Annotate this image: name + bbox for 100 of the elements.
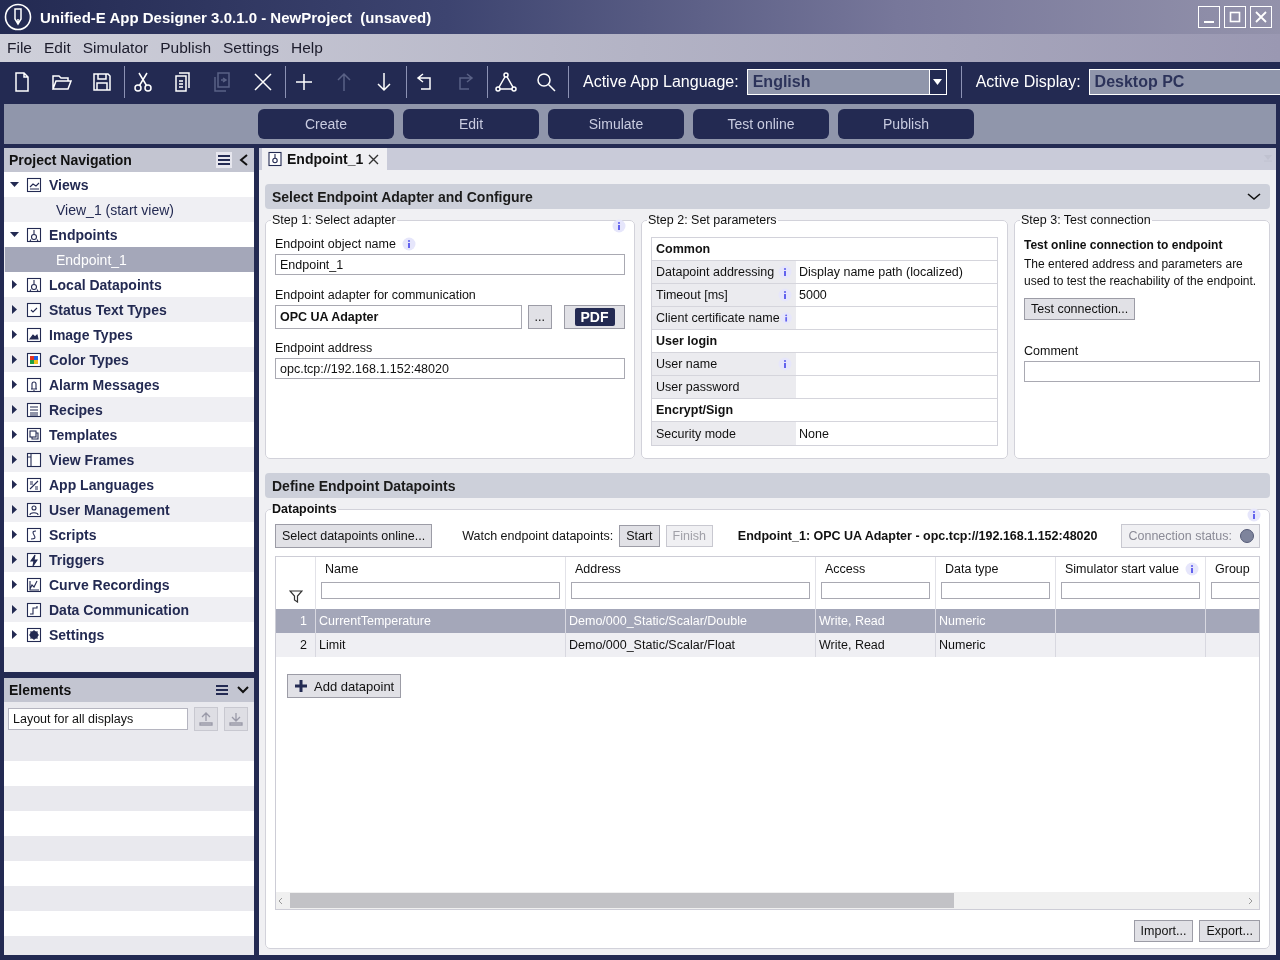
property-value[interactable]: None [796, 422, 997, 445]
pdf-button[interactable]: PDF [564, 305, 625, 329]
menu-item[interactable]: Simulator [76, 39, 155, 57]
export-button[interactable]: Export... [1199, 920, 1260, 942]
node-graph-icon[interactable] [494, 70, 518, 94]
add-datapoint-button[interactable]: Add datapoint [287, 674, 402, 698]
mode-button[interactable]: Publish [838, 109, 974, 139]
section-header[interactable]: Define Endpoint Datapoints [265, 473, 1270, 498]
maximize-button[interactable] [1224, 6, 1246, 28]
tree-item[interactable]: Templates [4, 422, 254, 447]
minimize-button[interactable] [1198, 6, 1220, 28]
tree-item[interactable]: Views [4, 172, 254, 197]
close-icon[interactable] [368, 153, 380, 165]
mode-button[interactable]: Create [258, 109, 394, 139]
editor-tab[interactable]: Endpoint_1 [262, 148, 388, 170]
filter-icon[interactable] [288, 590, 303, 603]
filter-field[interactable] [321, 582, 560, 599]
menu-item[interactable]: Settings [217, 39, 286, 57]
collapsed-arrow-icon[interactable] [10, 455, 19, 464]
tree-item[interactable]: Color Types [4, 347, 254, 372]
table-cell[interactable]: Limit [316, 633, 566, 657]
info-icon[interactable] [401, 237, 416, 251]
menu-icon[interactable] [216, 152, 232, 168]
filter-field[interactable] [821, 582, 930, 599]
info-icon[interactable] [779, 311, 792, 325]
tree-item[interactable]: Status Text Types [4, 297, 254, 322]
tree-item[interactable]: Local Datapoints [4, 272, 254, 297]
filter-field[interactable] [571, 582, 810, 599]
info-icon[interactable] [778, 288, 792, 302]
chevron-down-icon[interactable] [236, 684, 250, 696]
text-field[interactable]: Endpoint_1 [275, 254, 625, 275]
collapsed-arrow-icon[interactable] [10, 305, 19, 314]
table-cell[interactable] [1056, 633, 1206, 657]
mode-button[interactable]: Test online [693, 109, 829, 139]
adapter-field[interactable]: OPC UA Adapter [275, 305, 522, 329]
collapsed-arrow-icon[interactable] [10, 605, 19, 614]
collapsed-arrow-icon[interactable] [10, 355, 19, 364]
filter-field[interactable] [1061, 582, 1200, 599]
menu-item[interactable]: Edit [38, 39, 77, 57]
collapsed-arrow-icon[interactable] [10, 555, 19, 564]
collapsed-arrow-icon[interactable] [10, 330, 19, 339]
collapsed-arrow-icon[interactable] [10, 280, 19, 289]
text-field[interactable]: opc.tcp://192.168.1.152:48020 [275, 358, 625, 379]
info-icon[interactable] [778, 357, 792, 371]
info-icon[interactable] [612, 219, 626, 233]
test-connection-button[interactable]: Test connection... [1024, 298, 1136, 320]
layout-field[interactable]: Layout for all displays [8, 708, 188, 730]
tree-item[interactable]: User Management [4, 497, 254, 522]
table-cell[interactable]: Write, Read [816, 633, 936, 657]
tree-item[interactable]: App Languages [4, 472, 254, 497]
tree-item[interactable]: Recipes [4, 397, 254, 422]
scrollbar-thumb[interactable] [290, 893, 954, 908]
collapsed-arrow-icon[interactable] [10, 380, 19, 389]
tree-item[interactable]: Alarm Messages [4, 372, 254, 397]
collapsed-arrow-icon[interactable] [10, 530, 19, 539]
collapse-icon[interactable] [238, 153, 250, 167]
tree-item[interactable]: Settings [4, 622, 254, 647]
table-cell[interactable]: Numeric [936, 633, 1056, 657]
save-icon[interactable] [90, 70, 114, 94]
scissors-icon[interactable] [131, 70, 155, 94]
tree-item[interactable]: Curve Recordings [4, 572, 254, 597]
browse-button[interactable]: ... [527, 305, 552, 329]
language-dropdown[interactable]: English [746, 69, 947, 95]
tree-item[interactable]: View Frames [4, 447, 254, 472]
search-icon[interactable] [534, 70, 558, 94]
collapsed-arrow-icon[interactable] [10, 480, 19, 489]
import-button[interactable]: Import... [1133, 920, 1194, 942]
tree-item[interactable]: Triggers [4, 547, 254, 572]
expanded-arrow-icon[interactable] [10, 180, 19, 189]
collapsed-arrow-icon[interactable] [10, 430, 19, 439]
expanded-arrow-icon[interactable] [10, 230, 19, 239]
collapsed-arrow-icon[interactable] [10, 505, 19, 514]
menu-item[interactable]: File [1, 39, 38, 57]
collapsed-arrow-icon[interactable] [10, 630, 19, 639]
select-datapoints-button[interactable]: Select datapoints online... [275, 524, 433, 548]
chevron-icon[interactable] [1246, 191, 1262, 202]
mode-button[interactable]: Edit [403, 109, 539, 139]
mode-button[interactable]: Simulate [548, 109, 684, 139]
table-cell[interactable] [1056, 609, 1206, 633]
table-cell[interactable]: Demo/000_Static/Scalar/Float [566, 633, 816, 657]
collapsed-arrow-icon[interactable] [10, 580, 19, 589]
filter-field[interactable] [941, 582, 1050, 599]
tree-item[interactable]: Scripts [4, 522, 254, 547]
menu-icon[interactable] [214, 682, 230, 698]
property-value[interactable]: Display name path (localized) [796, 261, 997, 283]
display-field[interactable]: Desktop PC [1088, 69, 1280, 95]
section-header[interactable]: Select Endpoint Adapter and Configure [265, 184, 1270, 209]
collapsed-arrow-icon[interactable] [10, 405, 19, 414]
close-button[interactable] [1250, 6, 1272, 28]
comment-field[interactable] [1024, 361, 1260, 382]
tree-item[interactable]: Endpoints [4, 222, 254, 247]
menu-item[interactable]: Help [285, 39, 329, 57]
info-icon[interactable] [778, 265, 792, 279]
info-icon[interactable] [1184, 562, 1199, 576]
info-icon[interactable] [1247, 508, 1261, 522]
tree-item[interactable]: Image Types [4, 322, 254, 347]
menu-item[interactable]: Publish [154, 39, 217, 57]
watch-button[interactable]: Start [619, 525, 660, 547]
tree-item[interactable]: View_1 (start view) [5, 197, 254, 222]
tree-item[interactable]: Data Communication [4, 597, 254, 622]
